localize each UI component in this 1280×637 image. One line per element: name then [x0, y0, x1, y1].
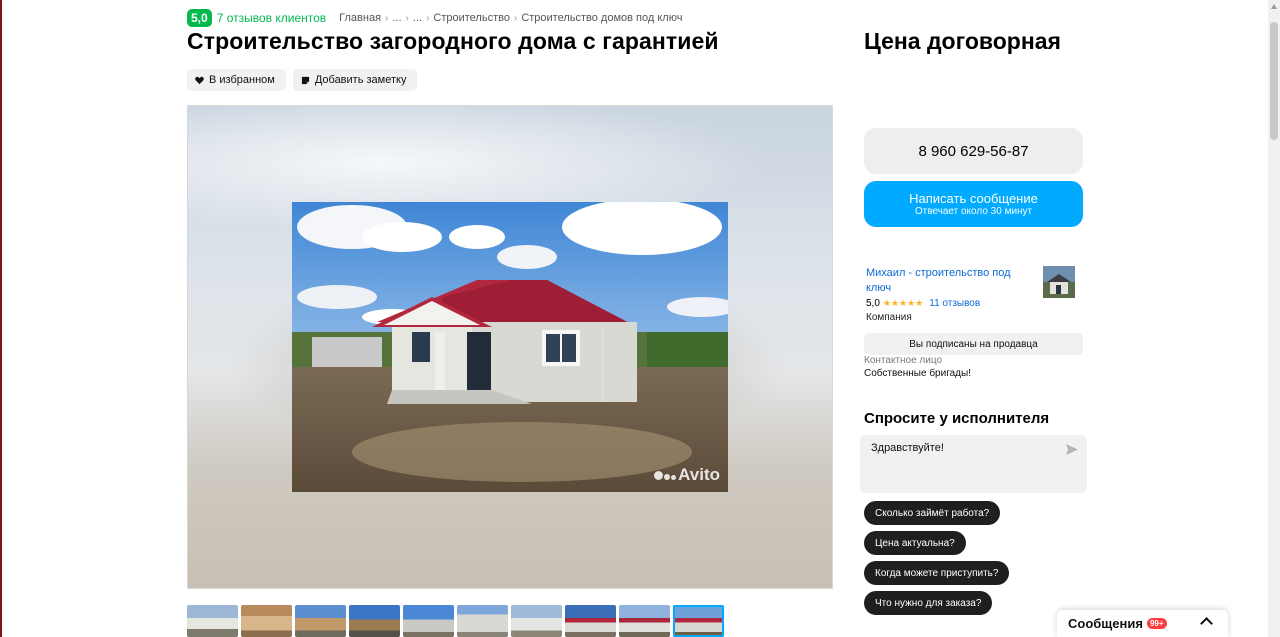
gallery-thumbnail[interactable] [619, 605, 670, 637]
gallery-thumbnail[interactable] [295, 605, 346, 637]
breadcrumb-separator-icon: › [513, 12, 518, 24]
subscribed-button[interactable]: Вы подписаны на продавца [864, 333, 1083, 355]
listing-actions: В избранном Добавить заметку [187, 69, 418, 91]
seller-rating-value: 5,0 [866, 298, 880, 309]
ask-section-title: Спросите у исполнителя [864, 410, 1050, 427]
seller-name-link[interactable]: Михаил - строительство под ключ [866, 266, 1016, 296]
gallery-thumbnail[interactable] [511, 605, 562, 637]
scrollbar-thumb[interactable] [1270, 22, 1278, 140]
favorite-label: В избранном [209, 74, 275, 86]
gallery-thumbnail[interactable] [457, 605, 508, 637]
breadcrumb-item-collapsed[interactable]: ... [413, 12, 422, 24]
seller-type: Компания [866, 312, 912, 323]
main-photo-gallery[interactable]: Avito [187, 105, 833, 589]
breadcrumb-separator-icon: › [385, 12, 389, 24]
breadcrumb-item-home[interactable]: Главная [339, 12, 381, 24]
seller-rating: 5,0 ★★★★★ 11 отзывов [866, 298, 1016, 309]
main-photo[interactable]: Avito [292, 202, 728, 492]
rating-breadcrumb-row: 5,0 7 отзывов клиентов Главная › ... › .… [187, 9, 682, 27]
quick-question-button[interactable]: Когда можете приступить? [864, 561, 1010, 585]
unread-messages-badge: 99+ [1146, 618, 1167, 629]
breadcrumb-item-collapsed[interactable]: ... [392, 12, 401, 24]
contact-person-label: Контактное лицо [864, 355, 943, 366]
quick-question-button[interactable]: Цена актуальна? [864, 531, 966, 555]
reviews-link[interactable]: 7 отзывов клиентов [217, 11, 326, 25]
response-time: Отвечает около 30 минут [914, 205, 1033, 217]
seller-avatar[interactable] [1043, 266, 1075, 298]
breadcrumb-separator-icon: › [426, 12, 430, 24]
breadcrumb: Главная › ... › ... › Строительство › Ст… [339, 12, 682, 24]
write-message-label: Написать сообщение [909, 190, 1038, 206]
phone-number: 8 960 629-56-87 [918, 142, 1029, 160]
ask-message-box[interactable] [860, 435, 1087, 493]
seller-avatar-image [1043, 266, 1075, 298]
write-message-button[interactable]: Написать сообщение Отвечает около 30 мин… [864, 181, 1083, 227]
price: Цена договорная [864, 28, 1061, 54]
quick-questions: Сколько займёт работа? Цена актуальна? К… [864, 501, 1010, 615]
watermark-text: Avito [678, 465, 720, 484]
heart-icon [195, 76, 204, 84]
gallery-thumbnail[interactable] [349, 605, 400, 637]
breadcrumb-item-turnkey[interactable]: Строительство домов под ключ [521, 12, 682, 24]
add-note-label: Добавить заметку [314, 74, 407, 86]
messages-label: Сообщения [1068, 616, 1143, 631]
gallery-thumbnail[interactable] [241, 605, 292, 637]
breadcrumb-item-construction[interactable]: Строительство [433, 12, 510, 24]
avito-logo-icon [654, 470, 677, 480]
favorite-button[interactable]: В избранном [187, 69, 286, 91]
chevron-up-icon[interactable] [1200, 617, 1213, 630]
ask-message-input[interactable] [871, 442, 1051, 454]
gallery-thumbnail-active[interactable] [673, 605, 724, 637]
quick-question-button[interactable]: Что нужно для заказа? [864, 591, 993, 615]
house-photo-illustration [292, 202, 728, 492]
contact-person-value: Собственные бригады! [864, 368, 971, 379]
seller-info: Михаил - строительство под ключ 5,0 ★★★★… [866, 266, 1016, 323]
gallery-thumbnail[interactable] [187, 605, 238, 637]
note-icon [301, 76, 309, 84]
show-phone-button[interactable]: 8 960 629-56-87 [864, 128, 1083, 174]
page-title: Строительство загородного дома с гаранти… [187, 28, 719, 54]
messages-panel-toggle[interactable]: Сообщения 99+ [1057, 610, 1228, 637]
seller-reviews-link[interactable]: 11 отзывов [929, 298, 980, 309]
quick-question-button[interactable]: Сколько займёт работа? [864, 501, 1001, 525]
avito-watermark: Avito [654, 465, 720, 485]
rating-badge: 5,0 [187, 9, 212, 27]
window-edge [0, 0, 2, 637]
star-rating-icon: ★★★★★ [882, 298, 924, 308]
gallery-thumbnail[interactable] [565, 605, 616, 637]
thumbnail-strip [187, 605, 724, 637]
page-scrollbar[interactable] [1268, 0, 1280, 637]
scroll-up-icon[interactable] [1271, 4, 1277, 9]
add-note-button[interactable]: Добавить заметку [292, 69, 418, 91]
gallery-thumbnail[interactable] [403, 605, 454, 637]
breadcrumb-separator-icon: › [405, 12, 409, 24]
send-icon[interactable] [1066, 444, 1078, 455]
